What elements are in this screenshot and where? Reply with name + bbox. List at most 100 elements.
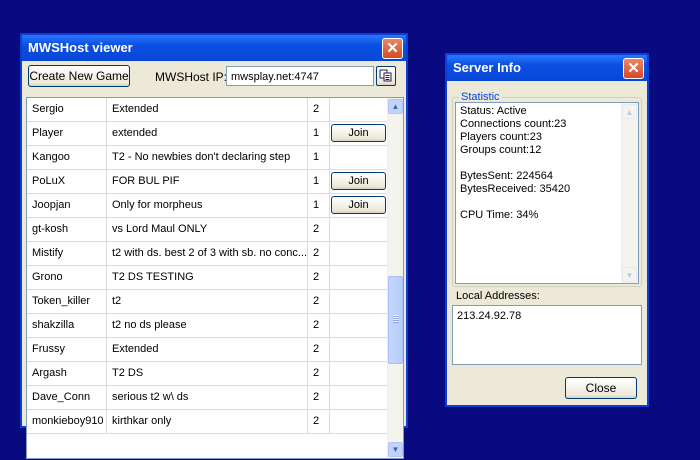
players-cell: 2 [308, 266, 330, 289]
players-cell: 2 [308, 218, 330, 241]
players-cell: 1 [308, 146, 330, 169]
server-info-title: Server Info [453, 60, 521, 75]
game-name-cell: T2 DS TESTING [107, 266, 308, 289]
host-cell: Frussy [27, 338, 107, 361]
statistic-group: Statistic Status: Active Connections coun… [452, 91, 642, 287]
table-row[interactable]: Player extended 1 Join [27, 122, 389, 146]
close-icon: ✕ [386, 40, 399, 57]
join-cell [330, 290, 389, 313]
table-row[interactable]: Token_killer t2 2 [27, 290, 389, 314]
chevron-up-icon[interactable]: ▲ [622, 104, 637, 119]
server-info-titlebar[interactable]: Server Info ✕ [447, 55, 647, 81]
join-cell [330, 146, 389, 169]
players-cell: 2 [308, 338, 330, 361]
table-row[interactable]: Kangoo T2 - No newbies don't declaring st… [27, 146, 389, 170]
close-button[interactable]: Close [565, 377, 637, 399]
scroll-up-button[interactable]: ▲ [388, 99, 403, 114]
table-row[interactable]: Grono T2 DS TESTING 2 [27, 266, 389, 290]
local-address-value: 213.24.92.78 [457, 310, 522, 322]
game-name-cell: T2 DS [107, 362, 308, 385]
table-row[interactable]: Argash T2 DS 2 [27, 362, 389, 386]
join-button[interactable]: Join [331, 124, 386, 142]
statistic-line: BytesReceived: 35420 [460, 183, 571, 195]
host-cell: Player [27, 122, 107, 145]
join-button[interactable]: Join [331, 172, 386, 190]
table-row[interactable]: gt-kosh vs Lord Maul ONLY 2 [27, 218, 389, 242]
table-row[interactable]: monkieboy910 kirthkar only 2 [27, 410, 389, 434]
table-row[interactable]: PoLuX FOR BUL PIF 1 Join [27, 170, 389, 194]
create-new-game-label: Create New Game [29, 69, 129, 83]
statistic-line [460, 157, 634, 170]
host-ip-input[interactable]: mwsplay.net:4747 [226, 66, 374, 86]
statistic-text[interactable]: Status: Active Connections count:23 Player… [455, 102, 639, 284]
join-cell [330, 386, 389, 409]
viewer-title: MWSHost viewer [28, 40, 133, 55]
statistic-line: Groups count:12 [460, 144, 542, 156]
host-cell: Dave_Conn [27, 386, 107, 409]
players-cell: 2 [308, 386, 330, 409]
players-cell: 2 [308, 362, 330, 385]
statistic-line: Status: Active [460, 105, 527, 117]
table-row[interactable]: Joopjan Only for morpheus 1 Join [27, 194, 389, 218]
statistic-line: BytesSent: 224564 [460, 170, 553, 182]
server-info-close-button[interactable]: ✕ [623, 58, 644, 79]
game-name-cell: Extended [107, 98, 308, 121]
game-name-cell: kirthkar only [107, 410, 308, 433]
game-name-cell: T2 - No newbies don't declaring step [107, 146, 308, 169]
viewer-close-button[interactable]: ✕ [382, 38, 403, 59]
players-cell: 2 [308, 290, 330, 313]
join-cell [330, 338, 389, 361]
host-cell: PoLuX [27, 170, 107, 193]
host-cell: Kangoo [27, 146, 107, 169]
table-row[interactable]: Sergio Extended 2 [27, 98, 389, 122]
players-cell: 2 [308, 314, 330, 337]
create-new-game-button[interactable]: Create New Game [28, 65, 130, 87]
table-row[interactable]: Mistify t2 with ds. best 2 of 3 with sb. … [27, 242, 389, 266]
statistic-line: Players count:23 [460, 131, 542, 143]
table-row[interactable]: shakzilla t2 no ds please 2 [27, 314, 389, 338]
host-cell: Token_killer [27, 290, 107, 313]
join-cell [330, 266, 389, 289]
players-cell: 1 [308, 122, 330, 145]
chevron-up-icon: ▲ [391, 102, 400, 111]
host-cell: Sergio [27, 98, 107, 121]
join-cell [330, 242, 389, 265]
join-cell [330, 98, 389, 121]
join-button[interactable]: Join [331, 196, 386, 214]
viewer-titlebar[interactable]: MWSHost viewer ✕ [22, 35, 406, 61]
host-cell: Argash [27, 362, 107, 385]
game-name-cell: t2 with ds. best 2 of 3 with sb. no conc… [107, 242, 308, 265]
chevron-down-icon[interactable]: ▼ [622, 267, 637, 282]
players-cell: 1 [308, 170, 330, 193]
statistic-line: Connections count:23 [460, 118, 567, 130]
copy-icon [379, 69, 392, 82]
close-button-label: Close [585, 381, 617, 395]
statistic-scrollbar[interactable]: ▲ ▼ [621, 103, 638, 283]
mwshost-viewer-window: MWSHost viewer ✕ Create New Game MWSHost… [20, 33, 408, 459]
host-cell: shakzilla [27, 314, 107, 337]
grip-icon [393, 315, 399, 323]
players-cell: 2 [308, 410, 330, 433]
server-info-window: Server Info ✕ Statistic Status: Active Co… [445, 53, 649, 407]
chevron-down-icon: ▼ [391, 445, 400, 454]
host-ip-value: mwsplay.net:4747 [231, 71, 319, 83]
browse-host-button[interactable] [376, 66, 396, 86]
table-row[interactable]: Dave_Conn serious t2 w\ ds 2 [27, 386, 389, 410]
games-list[interactable]: Sergio Extended 2 Player extended 1 Join Kangoo… [26, 97, 404, 459]
game-name-cell: Extended [107, 338, 308, 361]
host-cell: Mistify [27, 242, 107, 265]
host-cell: Joopjan [27, 194, 107, 217]
game-name-cell: vs Lord Maul ONLY [107, 218, 308, 241]
game-name-cell: FOR BUL PIF [107, 170, 308, 193]
game-name-cell: extended [107, 122, 308, 145]
scroll-down-button[interactable]: ▼ [388, 442, 403, 457]
table-row[interactable]: Frussy Extended 2 [27, 338, 389, 362]
close-icon: ✕ [627, 60, 640, 77]
games-scrollbar[interactable]: ▲ ▼ [387, 98, 403, 458]
game-name-cell: serious t2 w\ ds [107, 386, 308, 409]
host-cell: Grono [27, 266, 107, 289]
local-addresses-box[interactable]: 213.24.92.78 [452, 305, 642, 365]
join-cell [330, 362, 389, 385]
scroll-thumb[interactable] [388, 276, 403, 364]
players-cell: 2 [308, 98, 330, 121]
